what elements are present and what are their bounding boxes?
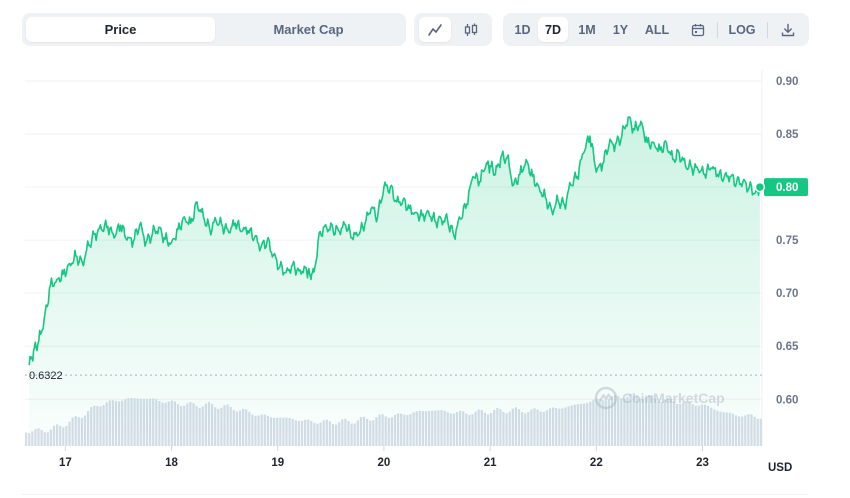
coinmarketcap-watermark: CoinMarketCap	[594, 386, 725, 410]
y-tick-label: 0.85	[776, 129, 799, 141]
open-price-label: 0.6322	[29, 370, 63, 382]
y-tick-label: 0.65	[776, 341, 799, 353]
x-tick-label: 22	[590, 457, 603, 469]
current-price-marker: 0.80	[754, 178, 808, 197]
price-chart[interactable]: 0.6322 0.90 0.85 0.80 0.75 0.70 0.65 0.60 17 18…	[0, 0, 850, 498]
x-tick-label: 21	[484, 457, 497, 469]
chart-bottom-divider	[22, 494, 808, 495]
x-tick-label: 19	[271, 457, 284, 469]
current-price-dot	[754, 181, 766, 193]
x-tick-label: 18	[165, 457, 178, 469]
x-axis: 17 18 19 20 21 22 23	[59, 446, 709, 469]
watermark-text: CoinMarketCap	[622, 390, 725, 406]
x-tick-label: 23	[696, 457, 709, 469]
y-tick-label: 0.60	[776, 394, 798, 406]
currency-label: USD	[768, 462, 793, 474]
coinmarketcap-logo-icon	[594, 386, 618, 410]
x-tick-label: 17	[59, 457, 72, 469]
y-tick-label: 0.90	[776, 76, 798, 88]
y-tick-label: 0.75	[776, 235, 799, 247]
volume-bar	[759, 418, 762, 446]
y-tick-label: 0.70	[776, 288, 798, 300]
y-axis: 0.90 0.85 0.80 0.75 0.70 0.65 0.60	[776, 76, 799, 406]
volume-bar	[25, 432, 28, 446]
current-price-label: 0.80	[776, 182, 798, 194]
x-tick-label: 20	[378, 457, 391, 469]
